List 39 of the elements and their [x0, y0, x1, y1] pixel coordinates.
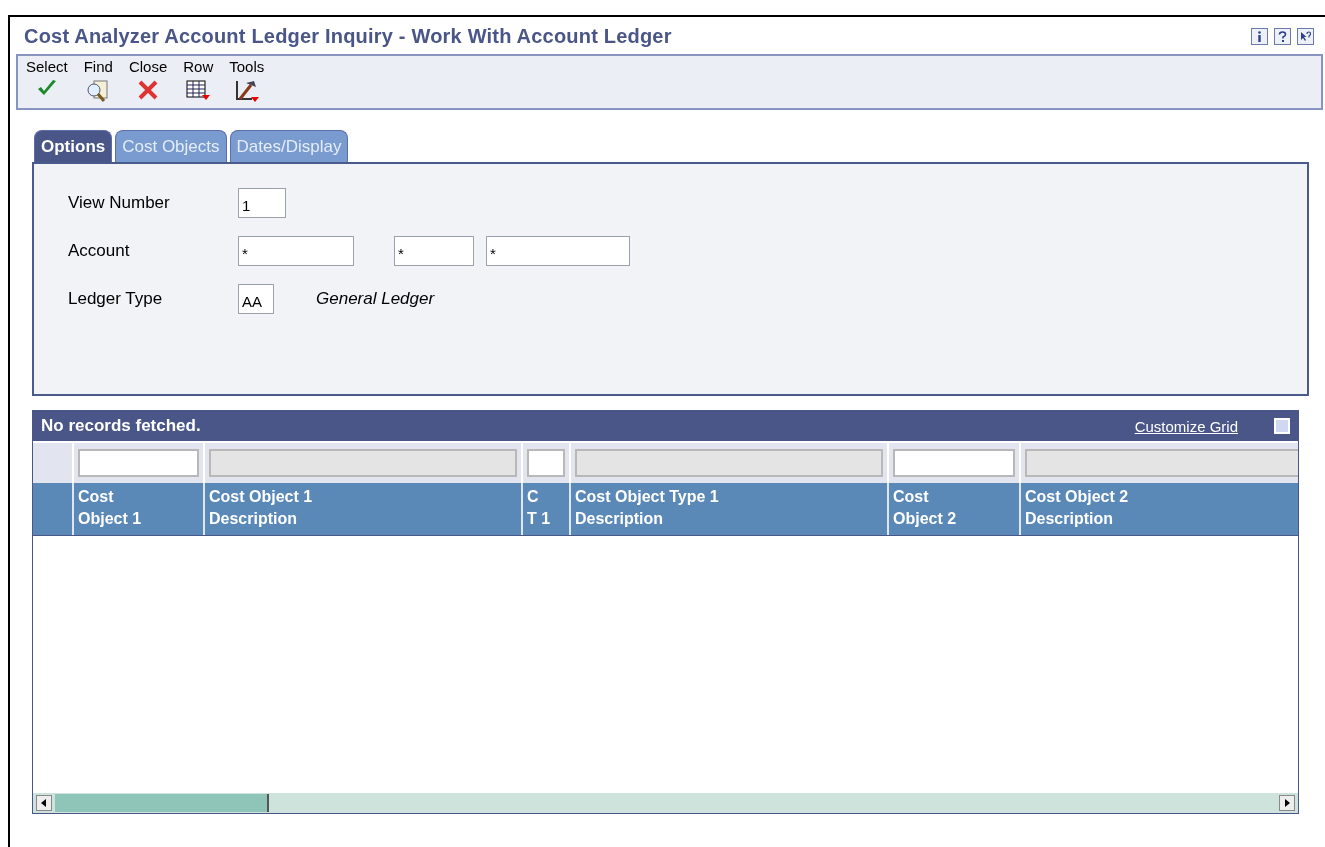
column-heading: Cost Object 2	[893, 487, 958, 529]
column-heading: C T 1	[527, 487, 552, 529]
column-heading: Cost Object 2 Description	[1025, 487, 1130, 529]
filter-field[interactable]	[527, 449, 565, 477]
column-heading: Cost Object 1	[78, 487, 143, 529]
close-icon	[137, 79, 160, 101]
filter-field[interactable]	[893, 449, 1015, 477]
input-field[interactable]: *	[394, 236, 474, 266]
scroll-left-button[interactable]	[36, 795, 52, 811]
window-title: Cost Analyzer Account Ledger Inquiry - Work With Account Ledger	[24, 24, 672, 48]
grid-status: No records fetched.	[41, 416, 201, 436]
customize-grid-link[interactable]: Customize Grid	[1134, 417, 1238, 435]
input-field[interactable]: *	[238, 236, 354, 266]
scroll-right-button[interactable]	[1279, 795, 1295, 811]
grid-dropdown-icon	[185, 79, 212, 101]
info-icon[interactable]	[1251, 27, 1268, 45]
help-icon[interactable]	[1274, 27, 1291, 45]
input-field[interactable]: 1	[238, 188, 286, 218]
field-label: View Number	[68, 193, 171, 213]
column-heading: Cost Object 1 Description	[209, 487, 314, 529]
scrollbar-thumb[interactable]	[55, 794, 269, 812]
field-label: Ledger Type	[68, 289, 164, 309]
filter-field[interactable]	[78, 449, 199, 477]
pointer-help-icon[interactable]	[1297, 27, 1314, 45]
input-field[interactable]: *	[486, 236, 630, 266]
toolbar-button[interactable]: Select	[26, 58, 68, 106]
column-heading: Cost Object Type 1 Description	[575, 487, 720, 529]
maximize-icon[interactable]	[1274, 418, 1290, 434]
toolbar-button[interactable]: Close	[128, 58, 168, 106]
toolbar-button[interactable]: Tools	[229, 58, 265, 106]
hammer-dropdown-icon	[233, 79, 260, 103]
input-field[interactable]: AA	[238, 284, 274, 314]
field-label: Account	[68, 241, 131, 261]
right-arrow-icon	[1284, 799, 1290, 807]
ledger-type-description: General Ledger	[316, 289, 435, 309]
tab[interactable]: Options	[34, 130, 113, 162]
toolbar-button[interactable]: Find	[83, 58, 113, 106]
left-arrow-icon	[41, 799, 47, 807]
toolbar-button[interactable]: Row	[183, 58, 214, 106]
